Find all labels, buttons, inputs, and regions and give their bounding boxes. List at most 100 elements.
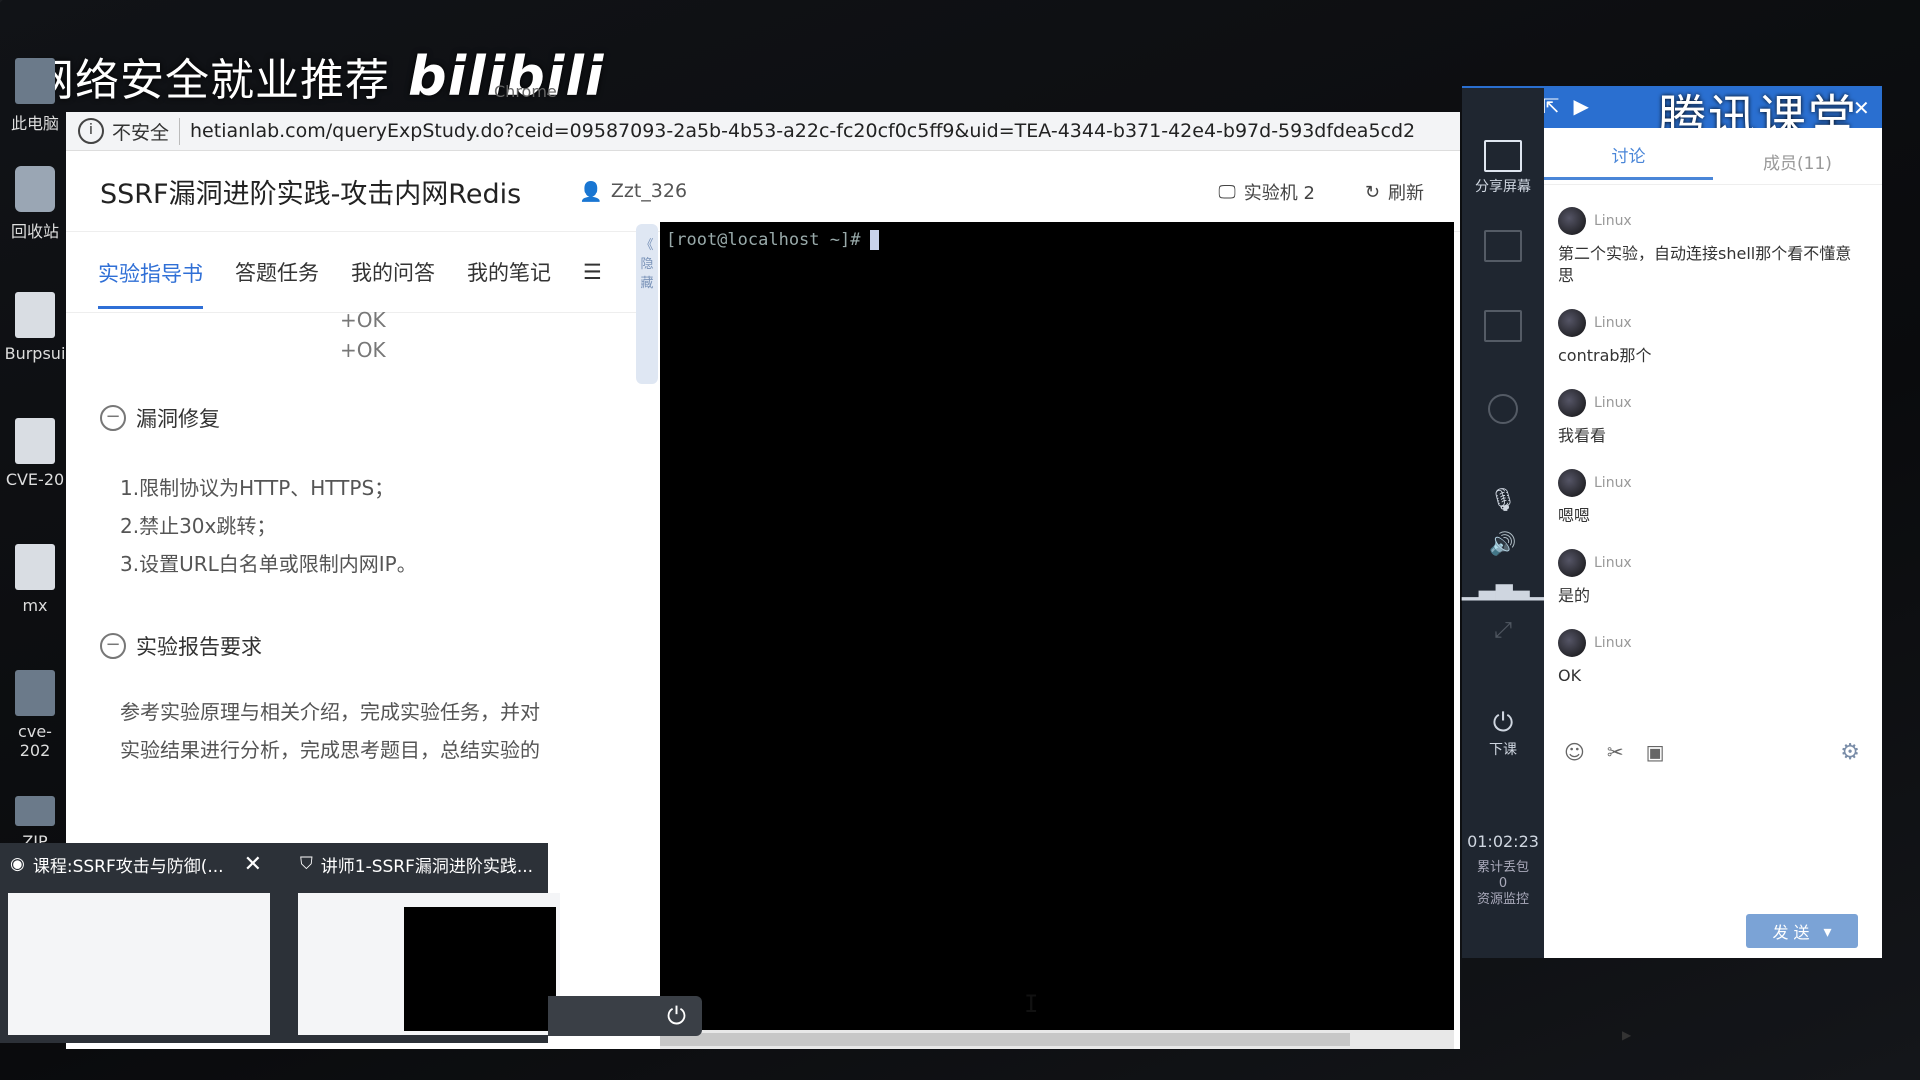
avatar [1558,469,1586,497]
collapse-icon: − [100,405,126,431]
tab-notes[interactable]: 我的笔记 [467,257,551,287]
stat-label: 累计丢包 [1476,860,1529,875]
message-user: Linux [1594,315,1632,331]
lab-machine-button[interactable]: 🖵 实验机 2 [1218,179,1315,205]
fullscreen-icon[interactable]: ⤢ [1462,618,1544,643]
taskbar-preview-popup: ◉ 课程:SSRF攻击与防御(... ✕ ⛉ 讲师1-SSRF漏洞进阶实践... [0,843,560,1043]
chrome-icon: ◉ [10,854,25,874]
stat-label: 资源监控 [1476,892,1529,907]
desktop-icon-label: 回收站 [10,222,59,241]
preview-thumbnail [8,893,270,1035]
ppt-icon [1484,230,1522,262]
section-report-heading[interactable]: − 实验报告要求 [100,631,656,661]
chat-tools: ☺ ✂ ▣ [1564,740,1665,764]
ok-output: +OK +OK [340,305,656,365]
message-text: OK [1558,666,1582,685]
preview-thumbnail [298,893,560,1035]
chat-message: Linux 是的 [1558,549,1864,607]
info-icon[interactable]: i [78,118,104,144]
power-icon[interactable]: ⏻ [667,1002,686,1030]
fix-list: 1.限制协议为HTTP、HTTPS； 2.禁止30x跳转； 3.设置URL白名单… [120,469,656,583]
message-text: 第二个实验，自动连接shell那个看不懂意思 [1558,244,1852,285]
class-timer: 01:02:23 [1467,832,1539,851]
video-button[interactable] [1462,310,1544,346]
ok-line: +OK [340,308,386,332]
report-text: 参考实验原理与相关介绍，完成实验任务，并对 实验结果进行分析，完成思考题目，总结… [120,693,656,769]
send-label: 发 送 [1772,923,1810,942]
share-screen-button[interactable]: 分享屏幕 [1462,140,1544,196]
end-class-button[interactable]: ⏻ 下课 [1462,708,1544,759]
preview-terminal [404,907,556,1031]
refresh-button[interactable]: ↻ 刷新 [1365,179,1424,205]
chat-message: Linux 第二个实验，自动连接shell那个看不懂意思 [1558,207,1864,287]
list-item: 2.禁止30x跳转； [120,514,277,538]
desktop-icon-label: mx [22,596,48,615]
user-info[interactable]: 👤 Zzt_326 [579,180,687,203]
speaker-icon[interactable]: 🔊 [1462,532,1544,557]
message-text: 是的 [1558,586,1591,605]
horizontal-scrollbar[interactable] [660,1030,1454,1049]
avatar [1558,207,1586,235]
window-preview-lab[interactable]: ⛉ 讲师1-SSRF漏洞进阶实践... [290,843,564,1043]
send-button[interactable]: 发 送 ▾ [1746,914,1858,948]
menu-icon[interactable]: ☰ [583,260,602,284]
close-icon[interactable]: ✕ [244,852,262,877]
scrollbar-thumb[interactable] [660,1033,1350,1046]
address-bar[interactable]: i 不安全 hetianlab.com/queryExpStudy.do?cei… [66,112,1460,151]
section-fix-heading[interactable]: − 漏洞修复 [100,403,656,433]
insecure-label: 不安全 [112,117,181,145]
refresh-label: 刷新 [1388,183,1424,204]
tab-guide[interactable]: 实验指导书 [98,258,203,309]
collapse-panel-handle[interactable]: 《 隐藏 [636,224,658,384]
ppt-button[interactable] [1462,230,1544,266]
paragraph-line: 实验结果进行分析，完成思考题目，总结实验的 [120,738,540,762]
microphone-icon[interactable]: 🎙 [1462,488,1544,513]
scissors-icon[interactable]: ✂ [1607,740,1624,764]
camera-icon [1488,394,1518,424]
desktop-icon-label: cve-202 [18,722,52,760]
end-class-label: 下课 [1489,742,1517,758]
desktop-icon-cve-1[interactable]: CVE-20 [4,418,66,489]
tab-tasks[interactable]: 答题任务 [235,257,319,287]
list-item: 3.设置URL白名单或限制内网IP。 [120,552,417,576]
chat-message: Linux 我看看 [1558,389,1864,447]
camera-button[interactable] [1462,394,1544,428]
emoji-icon[interactable]: ☺ [1564,740,1585,764]
avatar [1558,549,1586,577]
guide-content: +OK +OK − 漏洞修复 1.限制协议为HTTP、HTTPS； 2.禁止30x… [66,305,656,769]
lab-machine-label: 实验机 2 [1243,183,1315,204]
close-icon[interactable]: ✕ [1853,96,1870,120]
file-icon [15,418,55,464]
chevron-down-icon[interactable]: ▾ [1824,922,1832,941]
message-user: Linux [1594,555,1632,571]
desktop-icon-label: 此电脑 [10,114,59,133]
tab-members[interactable]: 成员(11) [1713,139,1882,174]
equalizer-icon[interactable]: ▁▃▅▃▁ [1462,576,1547,601]
desktop-icon-recycle-bin[interactable]: 回收站 [4,166,66,242]
collapse-icon: − [100,633,126,659]
url-text[interactable]: hetianlab.com/queryExpStudy.do?ceid=0958… [190,120,1415,142]
terminal-console[interactable]: [root@localhost ~]# [660,222,1454,1049]
chat-tabs: 讨论 成员(11) [1544,128,1882,185]
image-icon[interactable]: ▣ [1646,740,1665,764]
scroll-right-arrow[interactable]: ▶ [1622,1028,1631,1042]
file-icon [15,292,55,338]
text-cursor-icon: I [1024,990,1039,1018]
chat-message: Linux 嗯嗯 [1558,469,1864,527]
power-icon: ⏻ [1492,708,1514,738]
zip-icon [15,796,55,826]
tab-questions[interactable]: 我的问答 [351,257,435,287]
desktop-icon-this-pc[interactable]: 此电脑 [4,58,66,134]
tencent-sidebar: 分享屏幕 🎙 🔊 ▁▃▅▃▁ ⤢ ⏻ 下课 [1462,88,1547,958]
tab-discussion[interactable]: 讨论 [1544,132,1713,180]
window-preview-course[interactable]: ◉ 课程:SSRF攻击与防御(... ✕ [0,843,274,1043]
page-title: SSRF漏洞进阶实践-攻击内网Redis [100,178,522,210]
desktop-icon-cve-2[interactable]: cve-202 [4,670,66,760]
desktop-icon-burpsuite[interactable]: Burpsui [4,292,66,363]
paragraph-line: 参考实验原理与相关介绍，完成实验任务，并对 [120,700,540,724]
page-header: SSRF漏洞进阶实践-攻击内网Redis 👤 Zzt_326 🖵 实验机 2 ↻ 刷新 [66,151,1460,232]
avatar [1558,309,1586,337]
desktop-icon-mx[interactable]: mx [4,544,66,615]
file-icon [15,670,55,716]
gear-icon[interactable]: ⚙ [1840,740,1860,765]
